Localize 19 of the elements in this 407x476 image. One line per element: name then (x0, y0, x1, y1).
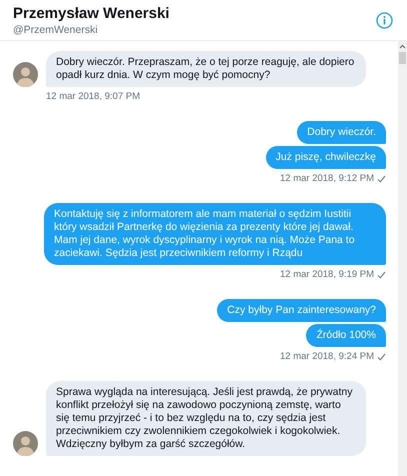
avatar (13, 431, 38, 456)
info-icon[interactable] (376, 12, 393, 29)
avatar (13, 62, 38, 87)
received-message: Sprawa wygląda na interesującą. Jeśli jest prawdą, że prywatny konflikt przełożył się na zawodowo poczynioną zemstę, warto się temu przyjrzeć - i to bez względu na to, czy sędzia jest przeciwnikiem czy zwolennikiem czegokolwiek i kogokolwiek. Wdzięczny byłbym za garść szczegółów. (46, 381, 366, 456)
received-message: Dobry wieczór. Przepraszam, że o tej porze reaguję, ale dopiero opadł kurz dnia. W czym mogę być pomocny? (46, 51, 366, 87)
sent-message: Czy byłby Pan zainteresowany? (217, 299, 386, 322)
sent-message: Źródło 100% (306, 324, 386, 347)
contact-name: Przemysław Wenerski (13, 5, 170, 22)
scroll-up-icon[interactable] (399, 44, 406, 49)
scrollbar[interactable] (398, 41, 407, 476)
message-time: 12 mar 2018, 9:12 PM (280, 173, 374, 184)
sent-message: Kontaktuję się z informatorem ale mam materiał o sędzim Iustitii który wsadził Partnerkę do więzienia za prezenty które jej dawał. Mam jej dane, wyrok dyscyplinarny i wyrok na nią. Może Pana to zaciekawi. Sędzia jest przeciwnikiem reformy i Rządu (44, 203, 386, 265)
message-time: 12 mar 2018, 9:24 PM (280, 351, 374, 362)
sent-message: Już piszę, chwileczkę (266, 146, 386, 169)
contact-handle: @PrzemWenerski (13, 24, 99, 36)
message-time: 12 mar 2018, 9:07 PM (46, 91, 140, 102)
sent-message: Dobry wieczór. (297, 121, 386, 144)
message-time: 12 mar 2018, 9:19 PM (280, 269, 374, 280)
scrollbar-thumb[interactable] (399, 52, 406, 64)
